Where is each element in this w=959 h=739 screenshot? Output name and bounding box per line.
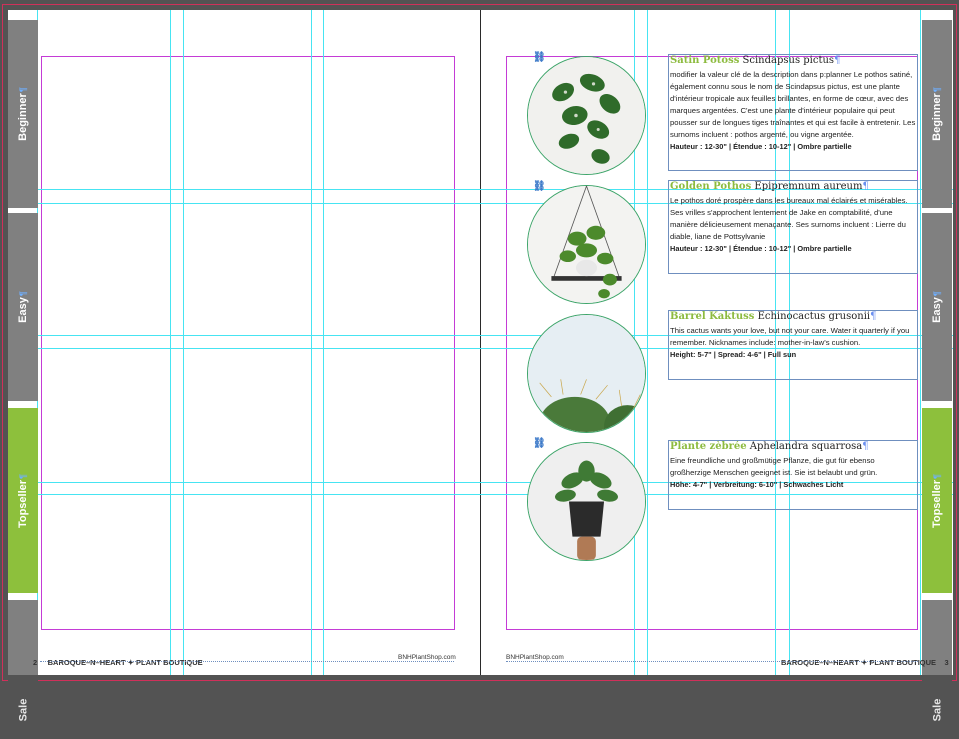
plant-image-zebra-plant[interactable]	[527, 442, 646, 561]
plant-specs: Hauteur : 12-30" | Étendue : 10-12" | Om…	[670, 142, 852, 151]
left-margin-guide	[41, 56, 455, 630]
potted-plant-icon	[528, 443, 645, 560]
text-frame-zebra-plant[interactable]: Plante zèbrée Aphelandra squarrosa¶ Eine…	[668, 440, 918, 510]
plant-image-golden-pothos[interactable]	[527, 185, 646, 304]
tab-beginner-left[interactable]: Beginner¶	[8, 20, 38, 208]
guide-vertical[interactable]	[183, 10, 184, 675]
tab-sale-left[interactable]: Sale	[8, 680, 38, 739]
text-frame-barrel-cactus[interactable]: Barrel Kaktuss Echinocactus grusonii¶ Th…	[668, 310, 918, 380]
plant-image-satin-pothos[interactable]	[527, 56, 646, 175]
guide-vertical[interactable]	[647, 10, 648, 675]
spine-line	[480, 10, 481, 675]
footer-brand: BAROQUE–N–HEART ✦ PLANT BOUTIQUE	[47, 658, 203, 667]
plant-image-barrel-cactus[interactable]	[527, 314, 646, 433]
tab-easy-left[interactable]: Easy¶	[8, 213, 38, 401]
plant-title: Golden Pothos Epipremnum aureum¶	[670, 181, 869, 192]
plant-specs: Height: 5-7" | Spread: 4-6" | Full sun	[670, 350, 797, 359]
plant-title: Barrel Kaktuss Echinocactus grusonii¶	[670, 311, 877, 322]
guide-vertical[interactable]	[170, 10, 171, 675]
leafy-plant-icon	[528, 57, 645, 174]
guide-vertical[interactable]	[311, 10, 312, 675]
tab-sale-right[interactable]: Sale	[922, 680, 952, 739]
chain-link-icon[interactable]: ⛓	[533, 181, 546, 192]
pasteboard	[0, 680, 959, 739]
footer-brand: BAROQUE–N–HEART ✦ PLANT BOUTIQUE	[781, 658, 937, 667]
tab-beginner-right[interactable]: Beginner¶	[922, 20, 952, 208]
plant-description: modifier la valeur clé de la description…	[670, 70, 916, 139]
plant-title: Satin Potoss Scindapsus pictus¶	[670, 55, 841, 66]
chain-link-icon[interactable]: ⛓	[533, 52, 546, 63]
footer-frame-left[interactable]	[40, 661, 454, 662]
guide-vertical[interactable]	[920, 10, 921, 675]
tab-easy-right[interactable]: Easy¶	[922, 213, 952, 401]
plant-description: Le pothos doré prospère dans les bureaux…	[670, 196, 908, 241]
text-frame-golden-pothos[interactable]: Golden Pothos Epipremnum aureum¶ Le poth…	[668, 180, 918, 274]
tab-topseller-left[interactable]: Topseller¶	[8, 408, 38, 593]
plant-specs: Höhe: 4-7" | Verbreitung: 6-10" | Schwac…	[670, 480, 844, 489]
page-number: 2	[33, 658, 38, 667]
left-footer-url: BNHPlantShop.com	[398, 654, 456, 661]
chain-link-icon[interactable]: ⛓	[533, 438, 546, 449]
footer-frame-right[interactable]	[506, 661, 918, 662]
cactus-icon	[528, 315, 645, 432]
plant-description: This cactus wants your love, but not you…	[670, 326, 910, 347]
hanging-plant-icon	[528, 186, 645, 303]
right-footer-url: BNHPlantShop.com	[506, 654, 564, 661]
guide-vertical[interactable]	[323, 10, 324, 675]
page-number: 3	[944, 658, 949, 667]
text-frame-satin-pothos[interactable]: Satin Potoss Scindapsus pictus¶ modifier…	[668, 54, 918, 171]
plant-specs: Hauteur : 12-30" | Étendue : 10-12" | Om…	[670, 244, 852, 253]
plant-title: Plante zèbrée Aphelandra squarrosa¶	[670, 441, 869, 452]
plant-description: Eine freundliche und großmütige Pflanze,…	[670, 456, 878, 477]
tab-topseller-right[interactable]: Topseller¶	[922, 408, 952, 593]
